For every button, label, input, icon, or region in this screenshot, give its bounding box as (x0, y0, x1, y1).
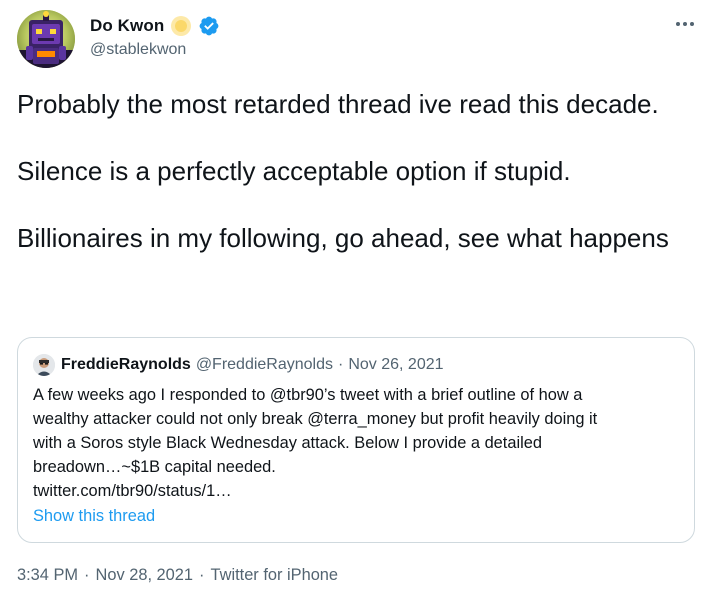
quoted-text-line: wealthy attacker could not only break @t… (33, 410, 598, 428)
separator-dot: · (84, 566, 90, 584)
tweet-paragraph: Silence is a perfectly acceptable option… (17, 156, 571, 186)
quoted-text-link[interactable]: twitter.com/tbr90/status/1… (33, 479, 683, 503)
tweet-source[interactable]: Twitter for iPhone (211, 566, 339, 585)
author-avatar[interactable] (17, 10, 75, 68)
quoted-text-line: A few weeks ago I responded to @tbr90’s … (33, 386, 583, 404)
quoted-tweet-card[interactable]: FreddieRaynolds @FreddieRaynolds · Nov 2… (17, 337, 695, 543)
person-avatar-icon (33, 354, 55, 376)
tweet-paragraph: Probably the most retarded thread ive re… (17, 89, 659, 119)
quoted-text-line: with a Soros style Black Wednesday attac… (33, 434, 542, 452)
separator-dot: · (338, 356, 344, 373)
separator-dot: · (199, 566, 205, 584)
verified-badge-icon (198, 15, 220, 37)
quoted-tweet-header: FreddieRaynolds @FreddieRaynolds · Nov 2… (33, 354, 444, 376)
tweet-time[interactable]: 3:34 PM (17, 566, 78, 585)
quoted-author-avatar[interactable] (33, 354, 55, 376)
quoted-author-name[interactable]: FreddieRaynolds (61, 356, 191, 374)
more-options-icon[interactable] (672, 16, 698, 32)
author-handle[interactable]: @stablekwon (90, 41, 186, 59)
author-name-row: Do Kwon (90, 15, 220, 37)
quoted-tweet-text: A few weeks ago I responded to @tbr90’s … (33, 383, 683, 503)
quoted-author-handle[interactable]: @FreddieRaynolds (196, 356, 333, 374)
sun-emoji-icon (170, 15, 192, 37)
quoted-text-line: breadown…~$1B capital needed. (33, 458, 276, 476)
tweet-date[interactable]: Nov 28, 2021 (96, 566, 194, 585)
tweet-meta: 3:34 PM · Nov 28, 2021 · Twitter for iPh… (17, 566, 338, 585)
robot-avatar-icon (17, 10, 75, 68)
tweet-text: Probably the most retarded thread ive re… (17, 88, 697, 255)
author-name[interactable]: Do Kwon (90, 16, 164, 36)
quoted-tweet-date[interactable]: Nov 26, 2021 (348, 356, 443, 374)
tweet: Do Kwon @stablekwon Probably the most re… (0, 0, 713, 600)
show-this-thread-link[interactable]: Show this thread (33, 507, 155, 526)
tweet-paragraph: Billionaires in my following, go ahead, … (17, 223, 669, 253)
